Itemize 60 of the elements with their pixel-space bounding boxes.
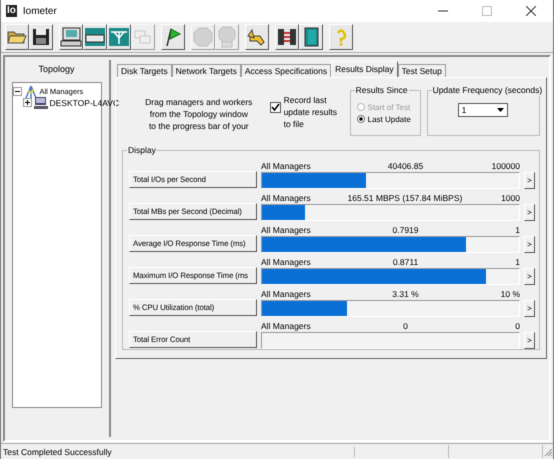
app-icon: Io	[6, 5, 17, 17]
max-label: 1	[514, 257, 520, 268]
max-label: 1000	[500, 193, 520, 204]
folder-button[interactable]	[5, 24, 29, 50]
tree-item[interactable]: DESKTOP-L4AVC	[50, 98, 120, 108]
max-label: 0	[514, 321, 520, 332]
tab[interactable]: Test Setup	[398, 64, 446, 77]
flag-button[interactable]	[161, 24, 185, 50]
value-label: 0.8711	[392, 257, 420, 268]
tab[interactable]: Disk Targets	[117, 64, 172, 77]
collapse-icon[interactable]	[12, 87, 22, 96]
dropdown[interactable]: 1	[458, 103, 508, 117]
source-label: All Managers	[261, 193, 312, 204]
more-button[interactable]: >	[524, 332, 535, 349]
window-title: Iometer	[22, 6, 57, 16]
max-label: 10 %	[500, 289, 520, 300]
instructions-text: Drag managers and workers from the Topology window to the progress bar of your	[144, 96, 254, 133]
resize-grip-icon[interactable]	[543, 446, 554, 456]
expand-icon[interactable]	[22, 98, 32, 107]
source-label: All Managers	[261, 289, 312, 300]
checkbox[interactable]	[270, 102, 281, 113]
more-button[interactable]: >	[524, 268, 535, 285]
value-label: 40406.85	[386, 161, 424, 172]
source-label: All Managers	[261, 225, 312, 236]
checkbox-label: Record last update results to file	[284, 94, 338, 131]
more-button[interactable]: >	[524, 204, 535, 221]
more-button[interactable]: >	[524, 236, 535, 253]
group-title: Update Frequency (seconds)	[432, 85, 544, 96]
disk-drive-button[interactable]	[83, 24, 107, 50]
max-label: 1	[514, 225, 520, 236]
group-title: Results Since	[354, 85, 409, 96]
close-icon	[526, 6, 536, 16]
maximize-icon	[482, 6, 492, 16]
tab[interactable]: Network Targets	[172, 64, 241, 77]
stop-sign-icon	[216, 26, 238, 48]
panel-title: Topology	[38, 64, 75, 74]
computer-icon	[34, 96, 48, 109]
source-label: All Managers	[261, 321, 312, 332]
value-label: 165.51 MBPS (157.84 MiBPS)	[348, 193, 462, 204]
source-label: All Managers	[261, 161, 312, 172]
radio-label: Start of Test	[368, 102, 410, 112]
disk-drive-icon	[84, 26, 106, 48]
max-label: 100000	[490, 161, 520, 172]
computer-button[interactable]	[59, 24, 83, 50]
computer-icon	[60, 26, 82, 48]
group-title: Display	[127, 145, 157, 156]
more-button[interactable]: >	[524, 300, 535, 317]
more-button[interactable]: >	[524, 172, 535, 189]
stop-sign-icon	[192, 26, 214, 48]
value-label: 0.7919	[392, 225, 420, 236]
question-mark-button[interactable]	[329, 24, 353, 50]
dropdown-arrow-icon	[496, 108, 504, 112]
radio-label: Last Update	[368, 114, 411, 124]
status-text: Test Completed Successfully	[1, 446, 356, 456]
tab[interactable]: Results Display	[331, 61, 398, 77]
value-label: 0	[402, 321, 409, 332]
floppy-disk-button[interactable]	[29, 24, 53, 50]
radio-button[interactable]	[356, 115, 365, 123]
value-label: 3.31 %	[391, 289, 420, 300]
source-label: All Managers	[261, 257, 312, 268]
